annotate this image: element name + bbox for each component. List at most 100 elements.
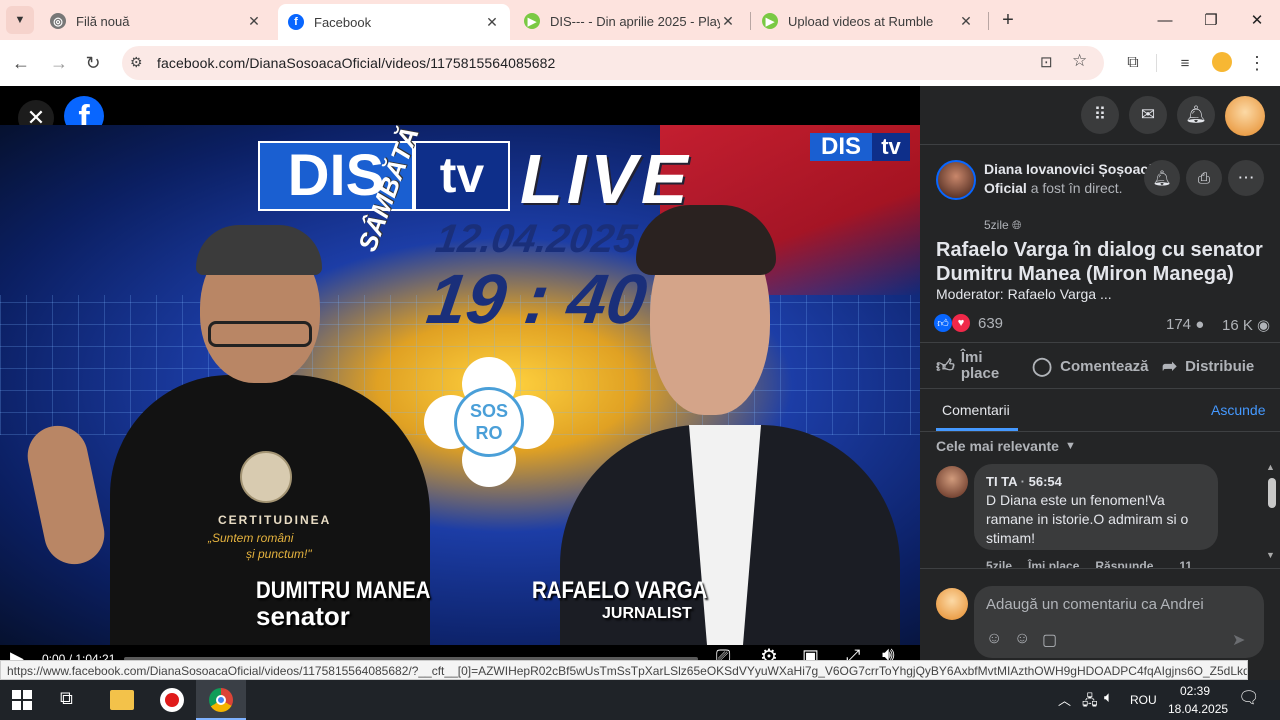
- site-info-icon[interactable]: ⚙: [130, 54, 143, 71]
- comment-timestamp[interactable]: 56:54: [1029, 474, 1062, 489]
- comment-reply-link[interactable]: Răspunde: [1095, 556, 1153, 568]
- guest-glasses: [208, 321, 312, 347]
- avatar-sticker-icon[interactable]: ☺: [986, 630, 1002, 648]
- post-title: Rafaelo Varga în dialog cu senator Dumit…: [936, 239, 1263, 285]
- recorder-icon[interactable]: [160, 688, 184, 712]
- restore-button[interactable]: ❐: [1188, 0, 1234, 40]
- close-tab-icon[interactable]: ✕: [246, 13, 262, 30]
- tab-rumble-upload[interactable]: ▶ Upload videos at Rumble ✕: [752, 6, 984, 36]
- tab-dis-playlist[interactable]: ▶ DIS--- - Din aprilie 2025 - Playli ✕: [514, 6, 746, 36]
- post-description: Moderator: Rafaelo Varga ...: [936, 286, 1112, 302]
- post-time[interactable]: 5zile 🌐︎: [984, 218, 1022, 233]
- emoji-icon[interactable]: ☺: [1014, 630, 1030, 648]
- share-icon: ➦: [1162, 356, 1178, 376]
- my-avatar[interactable]: [936, 588, 968, 620]
- notifications-bell-icon[interactable]: 🔔︎: [1177, 96, 1215, 134]
- commenter-avatar[interactable]: [936, 466, 968, 498]
- extensions-icon[interactable]: ⧉: [1118, 48, 1148, 78]
- sort-dropdown[interactable]: Cele mai relevante ▼: [936, 438, 1076, 454]
- comment-text: D Diana este un fenomen!Va ramane in ist…: [986, 492, 1189, 546]
- author-avatar[interactable]: [936, 160, 976, 200]
- views-count-text: 16 K: [1222, 317, 1253, 334]
- like-button[interactable]: 👍︎ Îmi place: [936, 350, 1003, 382]
- windows-taskbar: ⧉ ︿ 🖧︎ 🔈︎ ROU 02:39 18.04.2025 🗨︎: [0, 680, 1280, 720]
- reactions-summary[interactable]: 👍︎ ♥ 639: [934, 314, 1003, 332]
- account-avatar[interactable]: [1225, 96, 1265, 136]
- messenger-icon[interactable]: ✉: [1129, 96, 1167, 134]
- comment-button[interactable]: ◯ Comentează: [1032, 356, 1149, 377]
- scrollbar-thumb[interactable]: [1268, 478, 1276, 508]
- comment-bubble: TI TA · 56:54 D Diana este un fenomen!Va…: [974, 464, 1218, 550]
- save-post-icon[interactable]: ⎙: [1186, 160, 1222, 196]
- new-tab-button[interactable]: +: [994, 6, 1022, 34]
- notification-center-icon[interactable]: 🗨︎: [1238, 688, 1260, 708]
- media-control-icon[interactable]: ≡: [1170, 48, 1200, 78]
- file-explorer-icon[interactable]: [110, 690, 134, 710]
- comments-count[interactable]: 174 ●: [1166, 316, 1204, 333]
- profile-avatar[interactable]: [1212, 52, 1232, 72]
- scroll-down-arrow[interactable]: ▼: [1266, 550, 1275, 560]
- close-window-button[interactable]: ✕: [1234, 0, 1280, 40]
- tabs-divider: [920, 431, 1280, 432]
- link-status-bar: https://www.facebook.com/DianaSosoacaOfi…: [0, 660, 1248, 680]
- guest-hair: [196, 225, 322, 275]
- tab-facebook[interactable]: f Facebook ✕: [278, 4, 510, 40]
- clock-time[interactable]: 02:39: [1180, 684, 1210, 698]
- comment-like-link[interactable]: Îmi place: [1028, 556, 1079, 568]
- task-view-icon[interactable]: ⧉: [60, 688, 73, 709]
- send-icon[interactable]: ➤: [1232, 630, 1245, 650]
- forward-button[interactable]: →: [44, 48, 74, 78]
- speaker-icon[interactable]: 🔈︎: [1104, 689, 1113, 706]
- clock-date[interactable]: 18.04.2025: [1168, 702, 1228, 716]
- hide-comments-link[interactable]: Ascunde: [1211, 402, 1265, 418]
- comment-input[interactable]: Adaugă un comentariu ca Andrei: [986, 596, 1204, 613]
- love-reaction-icon: ♥: [952, 314, 970, 332]
- scroll-up-arrow[interactable]: ▲: [1266, 462, 1275, 472]
- actions-divider-top: [920, 342, 1280, 343]
- address-bar[interactable]: ⚙ facebook.com/DianaSosoacaOficial/video…: [122, 46, 1104, 80]
- browser-toolbar: ← → ↻ ⚙ facebook.com/DianaSosoacaOficial…: [0, 40, 1280, 86]
- chrome-icon: [209, 688, 233, 712]
- tab-new-tab[interactable]: ◎ Filă nouă ✕: [40, 6, 272, 36]
- sticker-icon[interactable]: ▢: [1042, 630, 1057, 650]
- share-button[interactable]: ➦ Distribuie: [1162, 356, 1254, 377]
- install-app-icon[interactable]: ⊡: [1040, 53, 1053, 71]
- comment-meta-time[interactable]: 5zile: [986, 556, 1012, 568]
- facebook-icon: f: [288, 14, 304, 30]
- more-options-icon[interactable]: ⋯: [1228, 160, 1264, 196]
- comment-author[interactable]: TI TA: [986, 474, 1017, 489]
- tab-divider: [988, 12, 989, 30]
- views-count: 16 K ◉: [1222, 316, 1270, 334]
- tray-chevron-icon[interactable]: ︿: [1058, 690, 1071, 709]
- date-label: 12.04.2025: [432, 217, 640, 261]
- thumbs-up-icon: 👍︎: [936, 356, 955, 376]
- windows-start-icon[interactable]: [12, 690, 32, 710]
- reload-button[interactable]: ↻: [78, 48, 108, 78]
- chrome-taskbar-button[interactable]: [196, 680, 246, 720]
- tv-banner: tv: [414, 141, 510, 211]
- network-icon[interactable]: 🖧︎: [1082, 690, 1098, 714]
- comment-meta: 5zile Îmi place Răspunde 11: [986, 556, 1192, 568]
- video-player[interactable]: ✕ f DIS tv LIVE DIS tv SÂMBĂTĂ 12.04.202…: [0, 86, 920, 680]
- comment-compose-box[interactable]: Adaugă un comentariu ca Andrei ☺ ☺ ▢ ➤: [974, 586, 1264, 658]
- comment-bubble-icon: ●: [1195, 316, 1205, 333]
- tab-comments[interactable]: Comentarii: [942, 402, 1010, 418]
- back-button[interactable]: ←: [6, 48, 36, 78]
- shirt-emblem: [240, 451, 292, 503]
- tab-divider: [750, 12, 751, 30]
- bookmark-star-icon[interactable]: ☆: [1072, 51, 1087, 71]
- minimize-button[interactable]: —: [1142, 0, 1188, 40]
- chrome-icon: ◎: [50, 13, 66, 29]
- close-tab-icon[interactable]: ✕: [720, 13, 736, 30]
- author-action: a fost în direct.: [1030, 180, 1123, 196]
- follow-bell-icon[interactable]: 🔔︎: [1144, 160, 1180, 196]
- post-header: Diana Iovanovici Șoșoacă- Oficial a fost…: [984, 160, 1164, 198]
- chrome-menu-icon[interactable]: ⋮: [1242, 48, 1272, 78]
- time-label: 19 : 40: [422, 260, 652, 338]
- close-tab-icon[interactable]: ✕: [958, 13, 974, 30]
- language-indicator[interactable]: ROU: [1130, 693, 1157, 707]
- tab-search-button[interactable]: ▼: [6, 6, 34, 34]
- close-tab-icon[interactable]: ✕: [484, 14, 500, 31]
- like-label: Îmi place: [960, 349, 1000, 382]
- menu-grid-icon[interactable]: ⠿: [1081, 96, 1119, 134]
